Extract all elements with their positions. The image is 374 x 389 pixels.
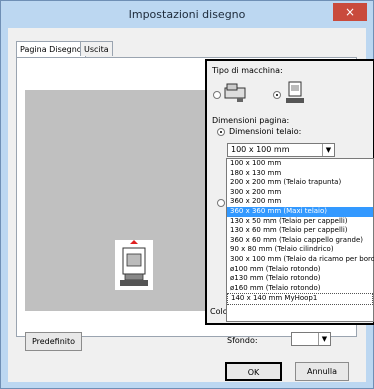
embroidery-machine-icon [115, 240, 153, 290]
chevron-down-icon: ▼ [322, 144, 334, 156]
chevron-down-icon: ▼ [318, 333, 330, 345]
design-preview [25, 90, 215, 311]
hoop-option[interactable]: ø100 mm (Telaio rotondo) [227, 265, 373, 275]
window-title: Impostazioni disegno [128, 8, 246, 21]
hoop-option[interactable]: 90 x 80 mm (Telaio cilindrico) [227, 245, 373, 255]
hoop-size-dropdown[interactable]: 100 x 100 mm ▼ [227, 143, 335, 157]
page-size-label: Dimensioni pagina: [212, 116, 290, 125]
machine-type-radio-a[interactable] [213, 91, 221, 99]
hoop-option-highlighted[interactable]: 360 x 360 mm (Maxi telaio) [227, 206, 373, 217]
title-bar: Impostazioni disegno × [1, 1, 373, 27]
multi-needle-machine-icon [284, 80, 306, 106]
hoop-option[interactable]: 130 x 60 mm (Telaio per cappelli) [227, 226, 373, 236]
dialog-window: Impostazioni disegno × Pagina Disegno Us… [0, 0, 374, 389]
machine-type-label: Tipo di macchina: [212, 66, 283, 75]
hoop-size-value: 100 x 100 mm [231, 145, 290, 154]
tab-pagina-disegno[interactable]: Pagina Disegno [16, 41, 86, 57]
hoop-option[interactable]: 130 x 50 mm (Telaio per cappelli) [227, 217, 373, 227]
hoop-option[interactable]: 360 x 60 mm (Telaio cappello grande) [227, 236, 373, 246]
single-needle-machine-icon [223, 82, 247, 104]
hoop-option[interactable]: 300 x 200 mm [227, 188, 373, 198]
hoop-option[interactable]: 300 x 100 mm (Telaio da ricamo per bordi… [227, 255, 374, 265]
background-label: Sfondo: [227, 336, 258, 345]
hoop-option[interactable]: 200 x 200 mm (Telaio trapunta) [227, 178, 373, 188]
default-button[interactable]: Predefinito [25, 332, 82, 351]
hoop-option[interactable]: 360 x 200 mm [227, 197, 373, 207]
close-button[interactable]: × [333, 3, 367, 21]
custom-size-radio[interactable] [217, 199, 225, 207]
hoop-option[interactable]: 100 x 100 mm [227, 159, 373, 169]
color-label-partial: Colo [210, 307, 228, 316]
machine-type-radio-b[interactable] [273, 91, 281, 99]
hoop-size-radio[interactable] [217, 128, 225, 136]
hoop-option[interactable]: ø160 mm (Telaio rotondo) [227, 284, 373, 294]
hoop-option[interactable]: 140 x 140 mm MyHoop1 [227, 293, 373, 305]
hoop-size-label: Dimensioni telaio: [229, 127, 302, 136]
hoop-size-list[interactable]: 100 x 100 mm 180 x 130 mm 200 x 200 mm (… [226, 158, 374, 322]
background-dropdown[interactable]: ▼ [291, 332, 331, 346]
hoop-option[interactable]: ø130 mm (Telaio rotondo) [227, 274, 373, 284]
cancel-button[interactable]: Annulla [295, 362, 349, 381]
tab-uscita[interactable]: Uscita [80, 41, 113, 56]
ok-button[interactable]: OK [225, 362, 282, 381]
hoop-option[interactable]: 180 x 130 mm [227, 169, 373, 179]
